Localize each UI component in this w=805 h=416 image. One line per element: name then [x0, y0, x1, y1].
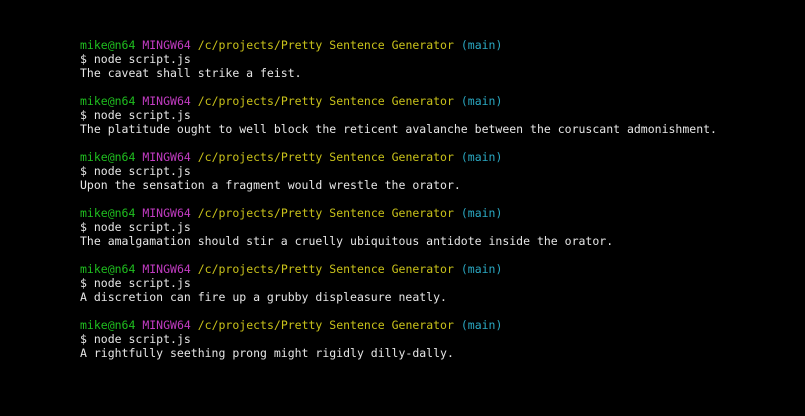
prompt-symbol: $ [80, 164, 87, 178]
prompt-system: MINGW64 [142, 318, 191, 332]
prompt-line: mike@n64 MINGW64 /c/projects/Pretty Sent… [80, 318, 805, 332]
prompt-line: mike@n64 MINGW64 /c/projects/Pretty Sent… [80, 150, 805, 164]
prompt-line: mike@n64 MINGW64 /c/projects/Pretty Sent… [80, 262, 805, 276]
command-output: The platitude ought to well block the re… [80, 122, 717, 136]
command-line: $ node script.js [80, 164, 805, 178]
terminal-session: mike@n64 MINGW64 /c/projects/Pretty Sent… [80, 94, 805, 136]
prompt-branch: (main) [460, 150, 503, 164]
terminal-session: mike@n64 MINGW64 /c/projects/Pretty Sent… [80, 262, 805, 304]
prompt-path: /c/projects/Pretty Sentence Generator [197, 262, 454, 276]
prompt-user: mike@n64 [80, 262, 136, 276]
command-text: node script.js [93, 52, 191, 66]
prompt-system: MINGW64 [142, 94, 191, 108]
command-text: node script.js [93, 332, 191, 346]
command-output: A discretion can fire up a grubby disple… [80, 290, 447, 304]
prompt-user: mike@n64 [80, 38, 136, 52]
prompt-branch: (main) [460, 262, 503, 276]
prompt-user: mike@n64 [80, 94, 136, 108]
prompt-branch: (main) [460, 318, 503, 332]
prompt-line: mike@n64 MINGW64 /c/projects/Pretty Sent… [80, 206, 805, 220]
prompt-user: mike@n64 [80, 318, 136, 332]
prompt-symbol: $ [80, 276, 87, 290]
command-line: $ node script.js [80, 276, 805, 290]
prompt-system: MINGW64 [142, 38, 191, 52]
prompt-line: mike@n64 MINGW64 /c/projects/Pretty Sent… [80, 38, 805, 52]
terminal-session: mike@n64 MINGW64 /c/projects/Pretty Sent… [80, 150, 805, 192]
command-text: node script.js [93, 164, 191, 178]
terminal-window[interactable]: mike@n64 MINGW64 /c/projects/Pretty Sent… [0, 0, 805, 416]
terminal-session: mike@n64 MINGW64 /c/projects/Pretty Sent… [80, 318, 805, 360]
prompt-user: mike@n64 [80, 150, 136, 164]
prompt-symbol: $ [80, 52, 87, 66]
command-line: $ node script.js [80, 52, 805, 66]
prompt-path: /c/projects/Pretty Sentence Generator [197, 94, 454, 108]
terminal-session: mike@n64 MINGW64 /c/projects/Pretty Sent… [80, 38, 805, 80]
prompt-branch: (main) [460, 94, 503, 108]
command-text: node script.js [93, 220, 191, 234]
command-line: $ node script.js [80, 108, 805, 122]
command-output: Upon the sensation a fragment would wres… [80, 178, 461, 192]
prompt-symbol: $ [80, 332, 87, 346]
prompt-branch: (main) [460, 206, 503, 220]
prompt-path: /c/projects/Pretty Sentence Generator [197, 150, 454, 164]
terminal-session: mike@n64 MINGW64 /c/projects/Pretty Sent… [80, 206, 805, 248]
prompt-user: mike@n64 [80, 206, 136, 220]
command-output: The caveat shall strike a feist. [80, 66, 302, 80]
prompt-symbol: $ [80, 108, 87, 122]
prompt-symbol: $ [80, 220, 87, 234]
prompt-path: /c/projects/Pretty Sentence Generator [197, 38, 454, 52]
command-output: A rightfully seething prong might rigidl… [80, 346, 454, 360]
prompt-line: mike@n64 MINGW64 /c/projects/Pretty Sent… [80, 94, 805, 108]
prompt-system: MINGW64 [142, 206, 191, 220]
command-line: $ node script.js [80, 332, 805, 346]
command-output: The amalgamation should stir a cruelly u… [80, 234, 614, 248]
prompt-system: MINGW64 [142, 262, 191, 276]
prompt-path: /c/projects/Pretty Sentence Generator [197, 206, 454, 220]
prompt-branch: (main) [460, 38, 503, 52]
prompt-system: MINGW64 [142, 150, 191, 164]
command-line: $ node script.js [80, 220, 805, 234]
command-text: node script.js [93, 276, 191, 290]
command-text: node script.js [93, 108, 191, 122]
prompt-path: /c/projects/Pretty Sentence Generator [197, 318, 454, 332]
